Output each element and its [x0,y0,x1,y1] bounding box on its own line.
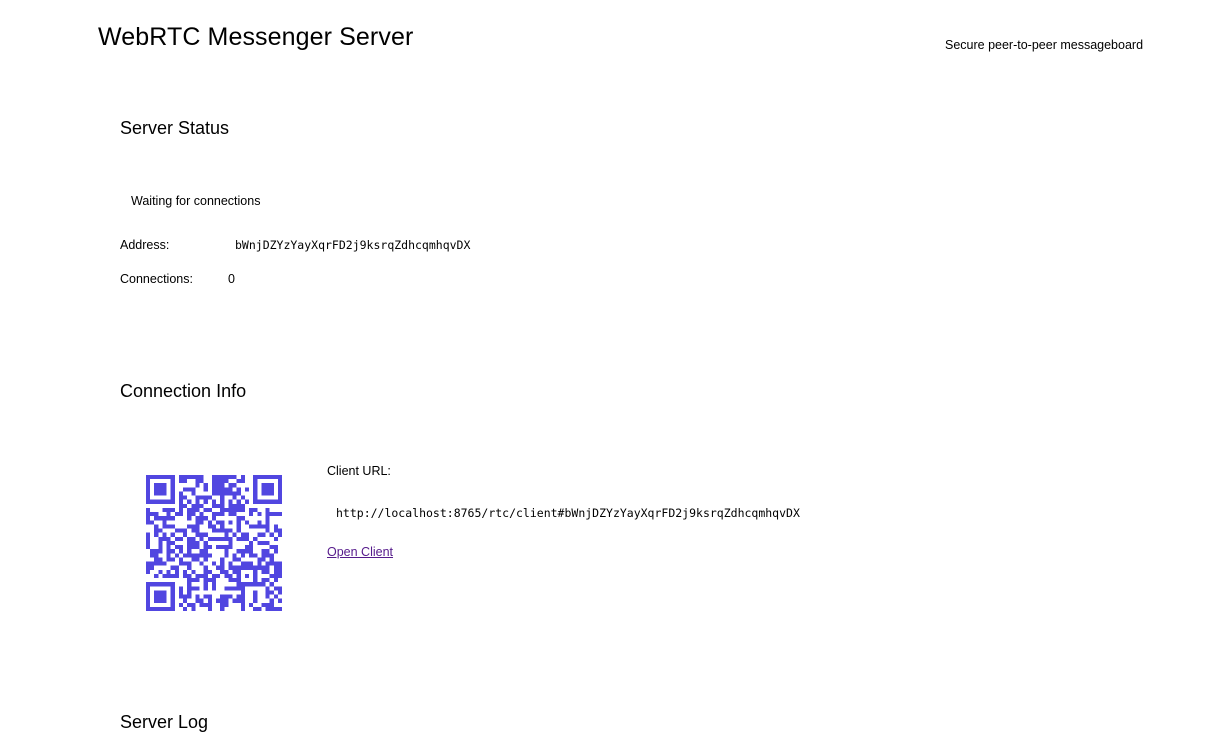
server-log-heading: Server Log [120,712,209,732]
connections-value: 0 [228,272,235,286]
client-url-label: Client URL: [327,464,391,478]
page: WebRTC Messenger Server Secure peer-to-p… [0,0,1208,734]
app-title: WebRTC Messenger Server [98,23,414,51]
status-text: Waiting for connections [131,194,261,208]
qr-code-icon [146,475,282,611]
connections-label: Connections: [120,272,193,286]
server-status-heading: Server Status [120,118,230,138]
open-client-link[interactable]: Open Client [327,544,393,560]
connection-info-heading: Connection Info [120,381,247,401]
address-value: bWnjDZYzYayXqrFD2j9ksrqZdhcqmhqvDX [235,238,471,252]
app-tagline: Secure peer-to-peer messageboard [945,38,1144,52]
client-url-value: http://localhost:8765/rtc/client#bWnjDZY… [336,506,800,520]
address-label: Address: [120,238,170,252]
